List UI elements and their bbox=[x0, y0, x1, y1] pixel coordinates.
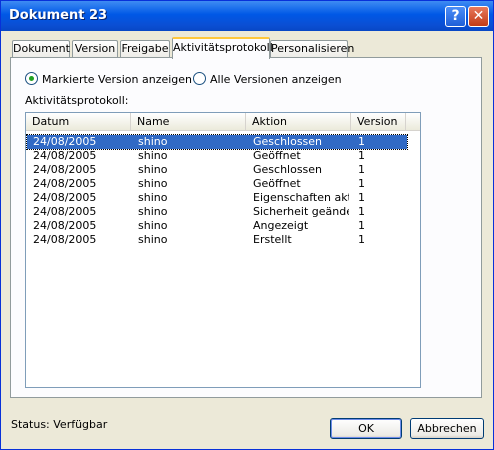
cell-action: Geschlossen bbox=[253, 163, 323, 176]
table-row[interactable]: 24/08/2005 shino Geöffnet 1 bbox=[27, 177, 407, 191]
cell-date: 24/08/2005 bbox=[33, 163, 97, 176]
column-header-action[interactable]: Aktion bbox=[246, 113, 351, 130]
help-icon: ? bbox=[451, 8, 460, 24]
cell-action: Geschlossen bbox=[253, 135, 323, 148]
cell-version: 1 bbox=[358, 135, 365, 148]
tab-freigabe[interactable]: Freigabe bbox=[120, 40, 170, 58]
cell-action: Eigenschaften aktua bbox=[253, 191, 349, 204]
cell-date: 24/08/2005 bbox=[33, 135, 97, 148]
radio-all-indicator[interactable] bbox=[193, 72, 206, 85]
list-header: Datum Name Aktion Version bbox=[26, 113, 420, 131]
cell-name: shino bbox=[138, 177, 168, 190]
table-row[interactable]: 24/08/2005 shino Angezeigt 1 bbox=[27, 219, 407, 233]
activity-log-label: Aktivitätsprotokoll: bbox=[25, 94, 129, 107]
status-text: Status: Verfügbar bbox=[11, 418, 108, 431]
table-row[interactable]: 24/08/2005 shino Erstellt 1 bbox=[27, 233, 407, 247]
cell-version: 1 bbox=[358, 219, 365, 232]
table-row[interactable]: 24/08/2005 shino Sicherheit geändert 1 bbox=[27, 205, 407, 219]
cell-name: shino bbox=[138, 219, 168, 232]
cell-name: shino bbox=[138, 163, 168, 176]
cell-date: 24/08/2005 bbox=[33, 233, 97, 246]
cell-date: 24/08/2005 bbox=[33, 177, 97, 190]
column-header-version[interactable]: Version bbox=[351, 113, 406, 130]
title-bar[interactable]: Dokument 23 ? ✕ bbox=[1, 1, 493, 31]
tab-dokument[interactable]: Dokument bbox=[12, 40, 70, 58]
cell-name: shino bbox=[138, 149, 168, 162]
table-row[interactable]: 24/08/2005 shino Eigenschaften aktua 1 bbox=[27, 191, 407, 205]
radio-marked-version[interactable]: Markierte Version anzeigen bbox=[25, 72, 192, 86]
close-icon: ✕ bbox=[472, 8, 485, 24]
cell-date: 24/08/2005 bbox=[33, 219, 97, 232]
help-button[interactable]: ? bbox=[445, 6, 466, 27]
column-header-date[interactable]: Datum bbox=[26, 113, 131, 130]
close-button[interactable]: ✕ bbox=[468, 6, 489, 27]
cell-name: shino bbox=[138, 135, 168, 148]
table-row[interactable]: 24/08/2005 shino Geschlossen 1 bbox=[27, 163, 407, 177]
table-row[interactable]: 24/08/2005 shino Geschlossen 1 bbox=[26, 134, 408, 150]
table-row[interactable]: 24/08/2005 shino Geöffnet 1 bbox=[27, 149, 407, 163]
cell-name: shino bbox=[138, 191, 168, 204]
tab-personalisieren[interactable]: Personalisieren bbox=[270, 40, 354, 58]
radio-all-versions[interactable]: Alle Versionen anzeigen bbox=[193, 72, 342, 86]
cell-name: shino bbox=[138, 205, 168, 218]
radio-marked-indicator[interactable] bbox=[25, 72, 38, 85]
cell-version: 1 bbox=[358, 191, 365, 204]
tab-aktivitaetsprotokoll[interactable]: Aktivitätsprotokoll bbox=[172, 37, 273, 59]
tab-version[interactable]: Version bbox=[72, 40, 118, 58]
cell-version: 1 bbox=[358, 205, 365, 218]
radio-marked-label: Markierte Version anzeigen bbox=[42, 73, 193, 86]
cell-version: 1 bbox=[358, 149, 365, 162]
cell-date: 24/08/2005 bbox=[33, 205, 97, 218]
column-header-name[interactable]: Name bbox=[131, 113, 246, 130]
cell-action: Erstellt bbox=[253, 233, 292, 246]
cell-action: Geöffnet bbox=[253, 177, 301, 190]
cell-date: 24/08/2005 bbox=[33, 191, 97, 204]
window-title: Dokument 23 bbox=[9, 8, 108, 23]
cell-action: Sicherheit geändert bbox=[253, 205, 349, 218]
activity-log-list[interactable]: Datum Name Aktion Version 24/08/2005 shin… bbox=[25, 112, 421, 388]
cell-version: 1 bbox=[358, 177, 365, 190]
cell-date: 24/08/2005 bbox=[33, 149, 97, 162]
cell-name: shino bbox=[138, 233, 168, 246]
cell-version: 1 bbox=[358, 233, 365, 246]
ok-button[interactable]: OK bbox=[330, 418, 402, 439]
radio-all-label: Alle Versionen anzeigen bbox=[210, 73, 342, 86]
cancel-button[interactable]: Abbrechen bbox=[410, 418, 484, 439]
cell-action: Angezeigt bbox=[253, 219, 309, 232]
cell-action: Geöffnet bbox=[253, 149, 301, 162]
cell-version: 1 bbox=[358, 163, 365, 176]
